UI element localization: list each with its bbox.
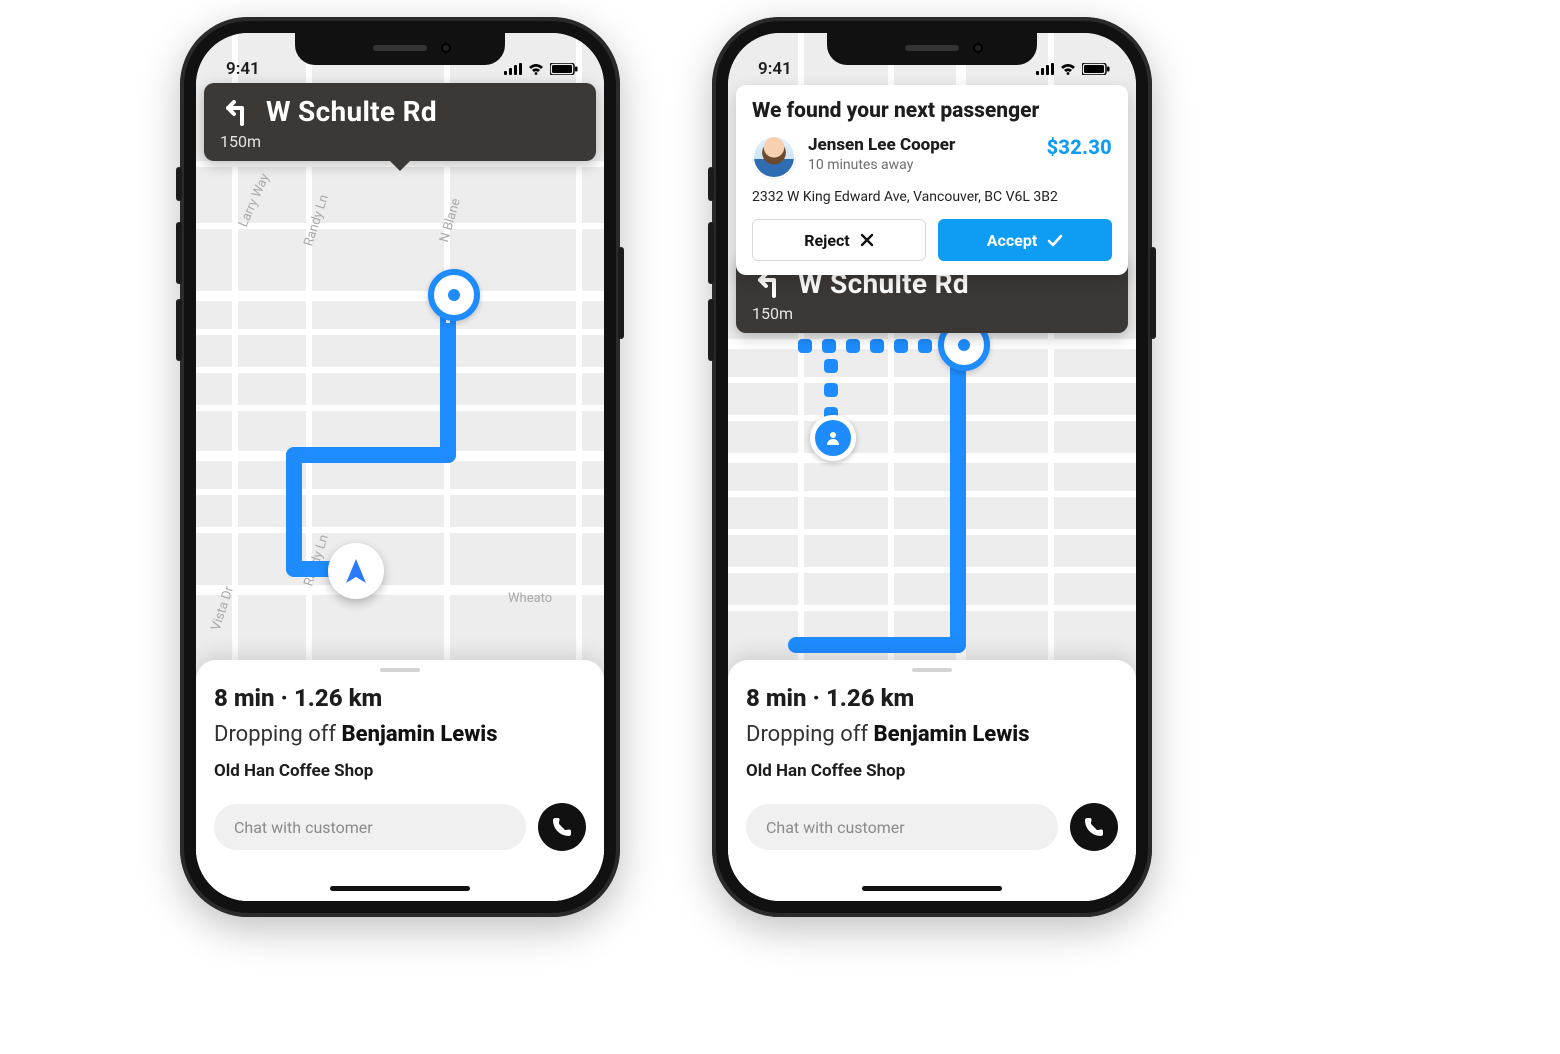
status-time: 9:41 xyxy=(226,59,260,79)
destination-pin[interactable] xyxy=(428,269,480,321)
accept-button[interactable]: Accept xyxy=(938,219,1112,261)
chat-placeholder: Chat with customer xyxy=(766,818,905,837)
drop-prefix: Dropping off xyxy=(746,722,874,747)
trip-bottom-sheet[interactable]: 8 min · 1.26 km Dropping off Benjamin Le… xyxy=(728,660,1136,901)
reject-label: Reject xyxy=(804,231,849,250)
battery-icon xyxy=(1082,63,1110,75)
accept-label: Accept xyxy=(987,231,1037,250)
road-label: N Blane xyxy=(437,197,464,244)
call-button[interactable] xyxy=(538,803,586,851)
close-icon xyxy=(860,233,874,247)
vehicle-marker xyxy=(328,543,384,599)
phone-icon xyxy=(1083,816,1105,838)
route-dash xyxy=(824,359,838,421)
phone-icon xyxy=(551,816,573,838)
trip-eta: 8 min · 1.26 km xyxy=(746,684,1118,712)
turn-left-icon xyxy=(218,96,250,128)
turn-street: W Schulte Rd xyxy=(266,95,437,128)
turn-distance: 150m xyxy=(752,304,1110,323)
pickup-address: 2332 W King Edward Ave, Vancouver, BC V6… xyxy=(752,189,1112,205)
battery-icon xyxy=(550,63,578,75)
road-label: Larry Way xyxy=(236,171,273,229)
cellular-icon xyxy=(1036,63,1054,75)
passenger-name: Jensen Lee Cooper xyxy=(808,135,1035,155)
cellular-icon xyxy=(504,63,522,75)
wifi-icon xyxy=(528,63,544,75)
sheet-handle[interactable] xyxy=(912,668,952,672)
route-segment xyxy=(286,447,456,463)
passenger-eta: 10 minutes away xyxy=(808,157,1035,173)
trip-eta: 8 min · 1.26 km xyxy=(214,684,586,712)
drop-passenger-name: Benjamin Lewis xyxy=(874,722,1030,747)
notif-title: We found your next passenger xyxy=(752,99,1112,123)
passenger-avatar[interactable] xyxy=(752,135,796,179)
destination-poi: Old Han Coffee Shop xyxy=(746,761,1118,781)
home-indicator xyxy=(862,886,1002,891)
fare-amount: $32.30 xyxy=(1047,135,1112,159)
route-segment xyxy=(950,333,966,653)
person-icon xyxy=(825,430,841,446)
chat-input[interactable]: Chat with customer xyxy=(214,804,526,850)
reject-button[interactable]: Reject xyxy=(752,219,926,261)
route-segment xyxy=(286,447,302,577)
call-button[interactable] xyxy=(1070,803,1118,851)
route-dash xyxy=(798,339,956,353)
drop-prefix: Dropping off xyxy=(214,722,342,747)
home-indicator xyxy=(330,886,470,891)
wifi-icon xyxy=(1060,63,1076,75)
next-passenger-card: We found your next passenger Jensen Lee … xyxy=(736,85,1128,275)
sheet-handle[interactable] xyxy=(380,668,420,672)
route-segment xyxy=(788,637,966,653)
chat-input[interactable]: Chat with customer xyxy=(746,804,1058,850)
trip-bottom-sheet[interactable]: 8 min · 1.26 km Dropping off Benjamin Le… xyxy=(196,660,604,901)
turn-distance: 150m xyxy=(220,132,578,151)
next-passenger-pin[interactable] xyxy=(810,415,856,461)
chat-placeholder: Chat with customer xyxy=(234,818,373,837)
status-time: 9:41 xyxy=(758,59,792,79)
drop-passenger-name: Benjamin Lewis xyxy=(342,722,498,747)
check-icon xyxy=(1047,233,1063,247)
destination-poi: Old Han Coffee Shop xyxy=(214,761,586,781)
road-label: Wheato xyxy=(508,591,552,606)
